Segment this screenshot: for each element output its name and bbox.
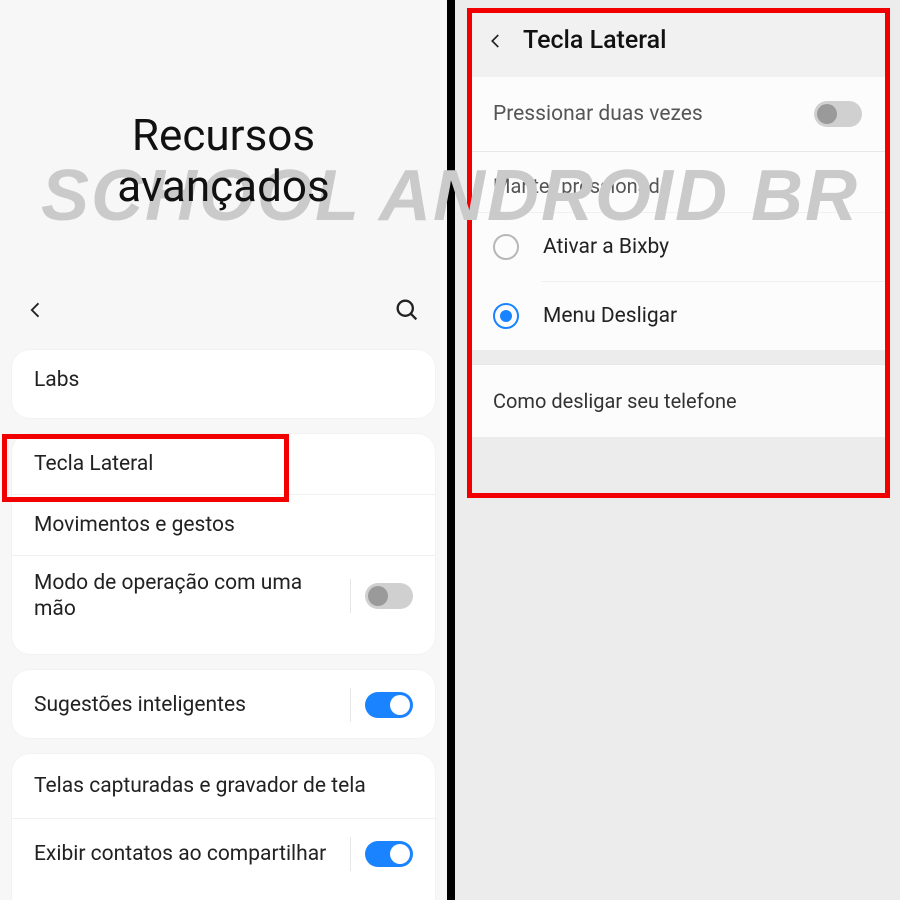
option-bixby[interactable]: Ativar a Bixby bbox=[469, 213, 886, 281]
row-footer-link[interactable]: Como desligar seu telefone bbox=[469, 364, 886, 437]
row-movimentos-label: Movimentos e gestos bbox=[34, 513, 235, 537]
option-desligar[interactable]: Menu Desligar bbox=[469, 282, 886, 350]
radio-desligar[interactable] bbox=[493, 303, 519, 329]
row-telas[interactable]: Telas capturadas e gravador de tela bbox=[12, 754, 435, 819]
toggle-uma-mao[interactable] bbox=[365, 583, 413, 609]
card-group-4: Telas capturadas e gravador de tela Exib… bbox=[12, 754, 435, 900]
toggle-double-press[interactable] bbox=[814, 101, 862, 127]
page-title-line2: avançados bbox=[0, 161, 447, 212]
row-footer-link-label: Como desligar seu telefone bbox=[493, 389, 737, 413]
row-movimentos[interactable]: Movimentos e gestos bbox=[12, 495, 435, 556]
right-header: Tecla Lateral bbox=[469, 10, 886, 77]
row-double-press-label: Pressionar duas vezes bbox=[493, 102, 703, 126]
row-uma-mao-label: Modo de operação com uma mão bbox=[34, 570, 334, 623]
row-labs[interactable]: Labs bbox=[12, 350, 435, 410]
back-icon[interactable] bbox=[487, 32, 505, 50]
row-uma-mao[interactable]: Modo de operação com uma mão bbox=[12, 556, 435, 637]
toggle-sugestoes[interactable] bbox=[365, 692, 413, 718]
hold-section-label: Manter pressionado bbox=[469, 152, 886, 213]
hold-section: Manter pressionado Ativar a Bixby Menu D… bbox=[469, 152, 886, 350]
left-panel: Recursos avançados Labs Tecla Lateral Mo… bbox=[0, 0, 447, 900]
right-title: Tecla Lateral bbox=[523, 26, 667, 55]
search-icon[interactable] bbox=[393, 296, 421, 324]
radio-bixby[interactable] bbox=[493, 234, 519, 260]
row-tecla-lateral[interactable]: Tecla Lateral bbox=[12, 434, 435, 495]
section-gap bbox=[469, 350, 886, 364]
card-labs: Labs bbox=[12, 350, 435, 418]
back-icon[interactable] bbox=[26, 300, 46, 320]
toggle-separator bbox=[350, 688, 351, 722]
option-bixby-label: Ativar a Bixby bbox=[543, 235, 669, 259]
row-double-press[interactable]: Pressionar duas vezes bbox=[469, 77, 886, 152]
page-title: Recursos avançados bbox=[0, 110, 447, 211]
toggle-separator bbox=[350, 579, 351, 613]
card-sugestoes: Sugestões inteligentes bbox=[12, 670, 435, 738]
row-sugestoes-label: Sugestões inteligentes bbox=[34, 693, 246, 717]
row-tecla-lateral-label: Tecla Lateral bbox=[34, 452, 153, 476]
toggle-separator bbox=[350, 837, 351, 871]
page-title-line1: Recursos bbox=[0, 110, 447, 161]
panel-divider bbox=[447, 0, 455, 900]
row-labs-label: Labs bbox=[34, 368, 79, 392]
toggle-exibir[interactable] bbox=[365, 841, 413, 867]
option-desligar-label: Menu Desligar bbox=[543, 304, 677, 328]
row-exibir-label: Exibir contatos ao compartilhar bbox=[34, 842, 326, 866]
row-exibir[interactable]: Exibir contatos ao compartilhar bbox=[12, 819, 435, 900]
right-panel: Tecla Lateral Pressionar duas vezes Mant… bbox=[455, 0, 900, 900]
row-telas-label: Telas capturadas e gravador de tela bbox=[34, 774, 366, 798]
row-sugestoes[interactable]: Sugestões inteligentes bbox=[12, 670, 435, 740]
card-group-2: Tecla Lateral Movimentos e gestos Modo d… bbox=[12, 434, 435, 654]
left-toolbar bbox=[0, 280, 447, 340]
